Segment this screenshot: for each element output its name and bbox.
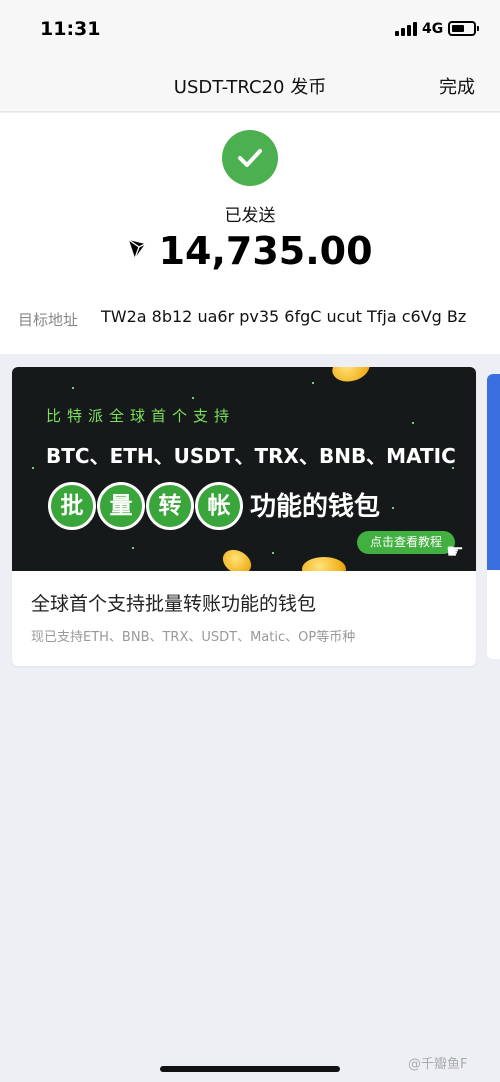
promo-title: 全球首个支持批量转账功能的钱包 <box>31 593 317 615</box>
watermark: @千瓣鱼F <box>408 1057 468 1072</box>
banner-pill: 量 <box>97 482 145 530</box>
address-label: 目标地址 <box>18 311 79 329</box>
transfer-result-panel: 已发送 14,735.00 目标地址 TW2a 8b12 ua6r pv35 6… <box>0 113 500 354</box>
page-title: USDT-TRC20 发币 <box>173 77 327 98</box>
signal-icon <box>395 22 417 36</box>
amount-row: 14,735.00 <box>0 229 500 273</box>
promo-banner[interactable]: 比特派全球首个支持 BTC、ETH、USDT、TRX、BNB、MATIC 批 量… <box>12 367 476 571</box>
banner-tagline: 功能的钱包 <box>250 492 381 522</box>
done-button[interactable]: 完成 <box>439 73 475 99</box>
network-type: 4G <box>422 21 444 37</box>
coin-decoration <box>218 544 256 571</box>
status-time: 11:31 <box>40 18 101 40</box>
amount-value: 14,735.00 <box>158 229 373 273</box>
tron-icon <box>127 238 147 264</box>
pointer-hand-icon: ☛ <box>446 539 464 563</box>
banner-pill: 转 <box>146 482 194 530</box>
next-promo-card[interactable] <box>487 374 500 659</box>
banner-subtitle: 比特派全球首个支持 <box>46 407 236 425</box>
status-text: 已发送 <box>224 206 276 226</box>
success-check-icon <box>222 130 278 186</box>
coin-decoration <box>329 367 373 386</box>
nav-bar: USDT-TRC20 发币 完成 <box>0 60 500 112</box>
view-tutorial-button[interactable]: 点击查看教程 <box>357 531 455 554</box>
banner-pill: 批 <box>48 482 96 530</box>
banner-coin-list: BTC、ETH、USDT、TRX、BNB、MATIC <box>46 444 456 468</box>
banner-pill: 帐 <box>195 482 243 530</box>
promo-description: 现已支持ETH、BNB、TRX、USDT、Matic、OP等币种 <box>31 630 356 645</box>
address-value: TW2a 8b12 ua6r pv35 6fgC ucut Tfja c6Vg … <box>101 307 467 326</box>
home-indicator[interactable] <box>160 1066 340 1072</box>
battery-icon <box>448 21 479 36</box>
status-bar: 11:31 4G <box>0 0 500 60</box>
promo-card[interactable]: 比特派全球首个支持 BTC、ETH、USDT、TRX、BNB、MATIC 批 量… <box>12 367 476 666</box>
coin-decoration <box>302 557 346 571</box>
